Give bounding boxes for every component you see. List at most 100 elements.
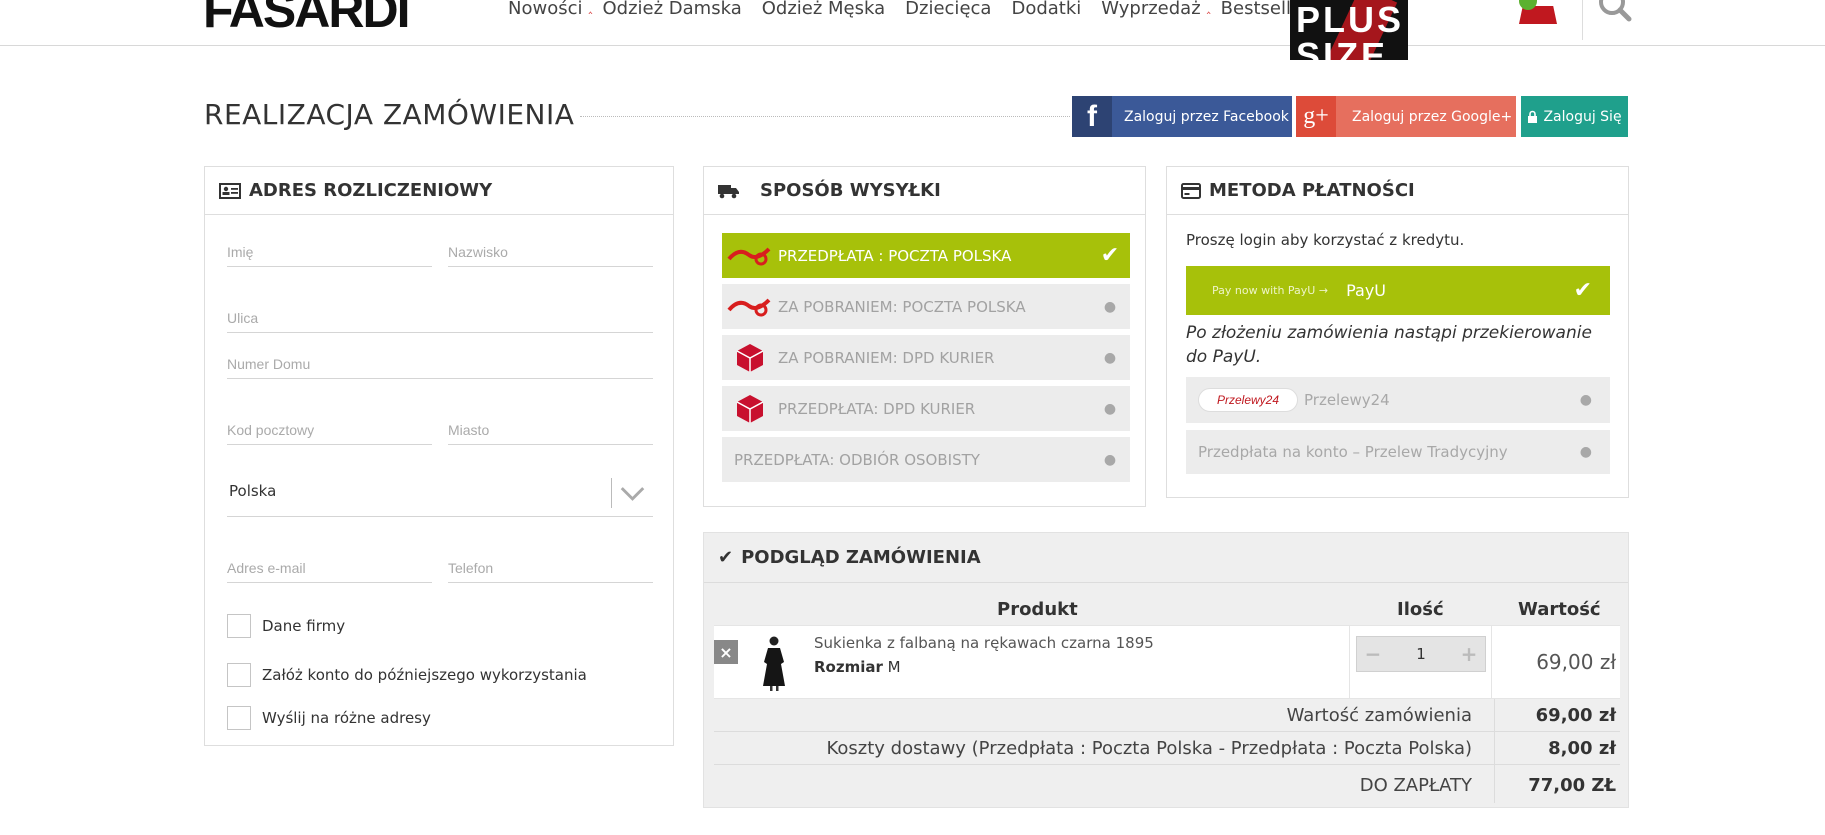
logo[interactable]: FASARDI	[203, 0, 410, 35]
header-divider	[1582, 0, 1583, 40]
credit-card-icon	[1181, 182, 1201, 199]
email-field[interactable]: Adres e-mail	[227, 553, 432, 583]
product-thumbnail[interactable]	[758, 632, 790, 692]
house-number-field[interactable]: Numer Domu	[227, 349, 653, 379]
shipping-option-dpd-cod[interactable]: ZA POBRANIEM: DPD KURIER ●	[722, 335, 1130, 380]
nav-label: Wyprzedaż	[1101, 0, 1201, 19]
shipping-option-pickup[interactable]: PRZEDPŁATA: ODBIÓR OSOBISTY ●	[722, 437, 1130, 482]
new-marker-icon: ‸	[1206, 0, 1211, 14]
shipping-title: SPOSÓB WYSYŁKI	[760, 180, 941, 201]
payment-option-label: Przedpłata na konto – Przelew Tradycyjny	[1198, 443, 1508, 461]
nav-item-nowosci[interactable]: Nowości ‸	[508, 0, 593, 20]
phone-field[interactable]: Telefon	[448, 553, 653, 583]
total-label: DO ZAPŁATY	[1359, 775, 1472, 796]
radio-dot-icon: ●	[1579, 444, 1592, 460]
city-field[interactable]: Miasto	[448, 415, 653, 445]
login-facebook-button[interactable]: f Zaloguj przez Facebook	[1072, 96, 1292, 137]
checkbox-label: Dane firmy	[262, 617, 346, 635]
subtotal-label: Wartość zamówienia	[1286, 705, 1472, 726]
product-size: Rozmiar M	[814, 658, 901, 676]
payment-header: METODA PŁATNOŚCI	[1167, 167, 1628, 215]
search-icon[interactable]	[1598, 0, 1632, 22]
country-value: Polska	[229, 482, 277, 500]
dpd-cube-icon	[722, 386, 778, 431]
login-button[interactable]: Zaloguj Się	[1521, 96, 1628, 137]
size-label: Rozmiar	[814, 658, 883, 676]
payu-logo: Pay now with PayU →	[1212, 284, 1329, 297]
payment-option-payu[interactable]: Pay now with PayU → PayU ✔	[1186, 266, 1610, 315]
site-header: FASARDI Nowości ‸ Odzież Damska Odzież Mę…	[0, 0, 1825, 60]
id-card-icon	[219, 182, 241, 199]
product-name[interactable]: Sukienka z falbaną na rękawach czarna 18…	[814, 634, 1154, 652]
billing-header: ADRES ROZLICZENIOWY	[205, 167, 673, 215]
street-field[interactable]: Ulica	[227, 303, 653, 333]
check-icon: ✔	[1100, 243, 1120, 268]
last-name-field[interactable]: Nazwisko	[448, 237, 653, 267]
login-facebook-label: Zaloguj przez Facebook	[1124, 108, 1289, 125]
page-title: REALIZACJA ZAMÓWIENIA	[204, 98, 575, 131]
column-header-quantity: Ilość	[1397, 599, 1444, 620]
checkbox-box[interactable]	[227, 663, 251, 687]
payment-option-bank-transfer[interactable]: Przedpłata na konto – Przelew Tradycyjny…	[1186, 430, 1610, 474]
decrement-button[interactable]: −	[1357, 642, 1389, 666]
shipping-option-label: ZA POBRANIEM: DPD KURIER	[778, 348, 995, 367]
radio-dot-icon: ●	[1579, 392, 1592, 408]
nav-label: Nowości	[508, 0, 583, 19]
dpd-cube-icon	[722, 335, 778, 380]
checkbox-box[interactable]	[227, 614, 251, 638]
login-label: Zaloguj Się	[1543, 108, 1622, 125]
payment-title: METODA PŁATNOŚCI	[1209, 180, 1415, 201]
radio-dot-icon: ●	[1103, 349, 1117, 366]
login-google-label: Zaloguj przez Google+	[1352, 108, 1513, 125]
shipping-option-poczta-cod[interactable]: ZA POBRANIEM: POCZTA POLSKA ●	[722, 284, 1130, 329]
lock-icon	[1528, 110, 1538, 123]
payment-option-label: PayU	[1346, 281, 1386, 300]
company-data-checkbox[interactable]: Dane firmy	[227, 614, 345, 638]
checkbox-label: Załóż konto do późniejszego wykorzystani…	[262, 666, 587, 684]
increment-button[interactable]: +	[1453, 642, 1485, 666]
login-google-button[interactable]: g+ Zaloguj przez Google+	[1296, 96, 1516, 137]
nav-item-wyprzedaz[interactable]: Wyprzedaż ‸	[1101, 0, 1210, 20]
remove-item-icon[interactable]: ×	[714, 640, 738, 664]
check-icon: ✔	[718, 547, 734, 568]
postcode-field[interactable]: Kod pocztowy	[227, 415, 432, 445]
payment-option-przelewy24[interactable]: Przelewy24 Przelewy24 ●	[1186, 377, 1610, 423]
plus-size-banner[interactable]: PLUS SIZE	[1290, 0, 1408, 60]
google-plus-icon: g+	[1296, 96, 1336, 137]
payment-method-panel: METODA PŁATNOŚCI Proszę login aby korzys…	[1166, 166, 1629, 498]
checkbox-label: Wyślij na różne adresy	[262, 709, 431, 727]
checkbox-box[interactable]	[227, 706, 251, 730]
shipping-method-panel: SPOSÓB WYSYŁKI PRZEDPŁATA : POCZTA POLSK…	[703, 166, 1146, 507]
shipping-option-poczta-prepaid[interactable]: PRZEDPŁATA : POCZTA POLSKA ✔	[722, 233, 1130, 278]
total-row: DO ZAPŁATY 77,00 ZŁ	[714, 765, 1620, 803]
order-header: ✔ PODGLĄD ZAMÓWIENIA	[704, 533, 1628, 583]
nav-item-dziecieca[interactable]: Dziecięca	[905, 0, 991, 20]
poczta-polska-icon	[722, 233, 778, 278]
payment-option-label: Przelewy24	[1304, 391, 1390, 409]
ship-other-address-checkbox[interactable]: Wyślij na różne adresy	[227, 706, 431, 730]
radio-dot-icon: ●	[1103, 400, 1117, 417]
payu-redirect-info: Po złożeniu zamówienia nastąpi przekiero…	[1186, 323, 1592, 367]
country-select[interactable]: Polska	[227, 467, 653, 517]
quantity-stepper[interactable]: − 1 +	[1356, 636, 1486, 672]
credit-login-note: Proszę login aby korzystać z kredytu.	[1186, 231, 1465, 249]
first-name-field[interactable]: Imię	[227, 237, 432, 267]
size-value: M	[887, 658, 901, 676]
shipping-cost-label: Koszty dostawy (Przedpłata : Poczta Pols…	[826, 738, 1472, 759]
truck-icon	[718, 184, 739, 198]
title-divider	[580, 116, 1070, 117]
nav-item-dodatki[interactable]: Dodatki	[1011, 0, 1081, 20]
nav-item-damska[interactable]: Odzież Damska	[603, 0, 742, 20]
nav-item-meska[interactable]: Odzież Męska	[762, 0, 885, 20]
subtotal-row: Wartość zamówienia 69,00 zł	[714, 699, 1620, 732]
poczta-polska-icon	[722, 284, 778, 329]
total-value: 77,00 ZŁ	[1528, 775, 1616, 796]
cart-icon[interactable]	[1515, 0, 1559, 24]
shipping-option-label: PRZEDPŁATA : POCZTA POLSKA	[778, 246, 1012, 265]
quantity-cell: − 1 +	[1349, 626, 1492, 698]
main-nav: Nowości ‸ Odzież Damska Odzież Męska Dzie…	[508, 0, 1320, 20]
quantity-value[interactable]: 1	[1416, 645, 1426, 663]
shipping-option-dpd-prepaid[interactable]: PRZEDPŁATA: DPD KURIER ●	[722, 386, 1130, 431]
chevron-down-icon	[611, 478, 645, 508]
create-account-checkbox[interactable]: Załóż konto do późniejszego wykorzystani…	[227, 663, 587, 687]
